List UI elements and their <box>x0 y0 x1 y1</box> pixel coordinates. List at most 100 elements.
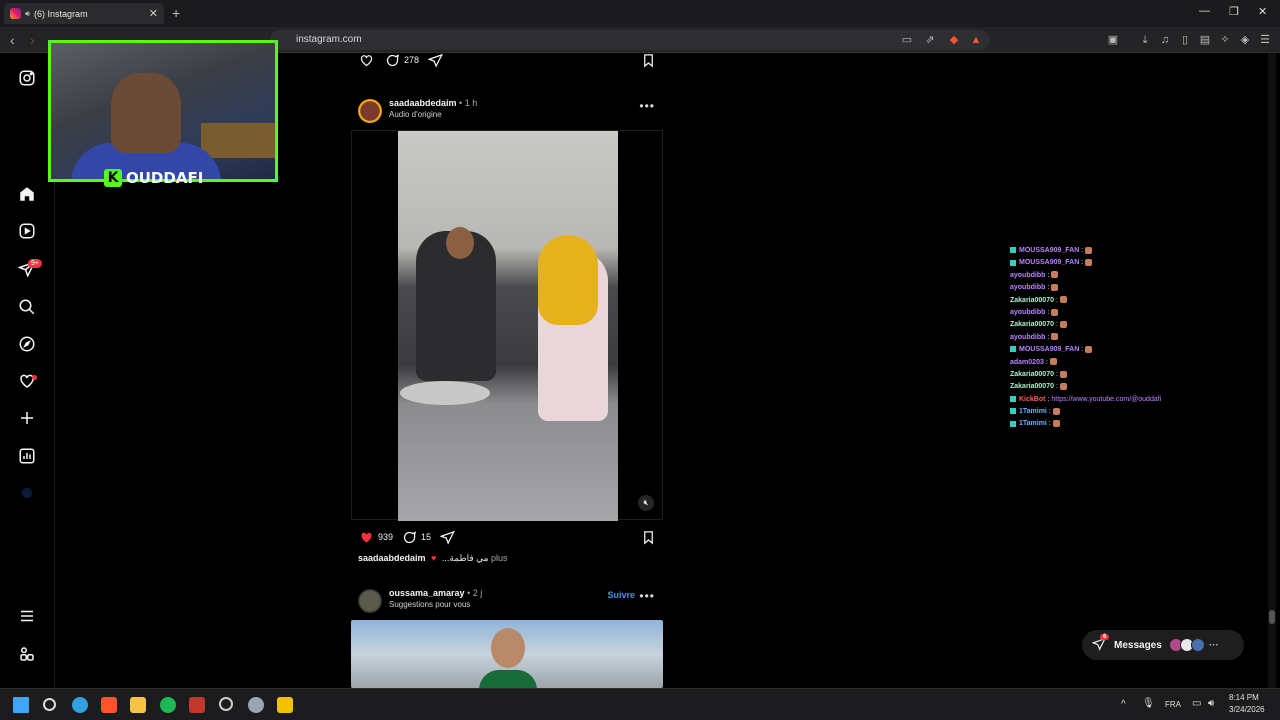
caption-username[interactable]: saadaabdedaim <box>358 553 426 563</box>
url-field[interactable]: instagram.com <box>270 30 990 50</box>
chat-message: MOUSSA909_FAN: <box>1010 344 1265 356</box>
chat-username[interactable]: ayoubdibb <box>1010 284 1045 291</box>
instagram-sidebar: 9+ <box>0 53 55 688</box>
explore-icon[interactable] <box>18 335 36 353</box>
dashboard-icon[interactable] <box>18 447 36 465</box>
back-button[interactable]: ‹ <box>10 32 15 48</box>
post-image[interactable] <box>351 620 663 688</box>
avatar[interactable] <box>358 589 382 613</box>
vpn-icon[interactable]: ◈ <box>1239 34 1251 46</box>
instagram-feed: 278 saadaabdedaim • 1 h Audio d'origine … <box>351 53 663 688</box>
like-icon[interactable] <box>358 52 374 68</box>
speaker-icon[interactable]: 🔊︎ <box>25 9 30 19</box>
tab-instagram[interactable]: 🔊︎ (6) Instagram ✕ <box>4 3 164 24</box>
more-menu-icon[interactable] <box>18 607 36 625</box>
clock-date[interactable]: 3/24/2026 <box>1229 705 1265 714</box>
chat-username[interactable]: MOUSSA909_FAN <box>1019 247 1079 254</box>
more-options-button[interactable]: ••• <box>639 99 655 113</box>
obs-icon[interactable] <box>219 697 233 711</box>
profile-avatar-icon[interactable] <box>18 484 36 502</box>
new-tab-button[interactable]: + <box>172 5 180 21</box>
file-explorer-icon[interactable] <box>130 697 146 713</box>
edge-icon[interactable] <box>72 697 88 713</box>
share-icon[interactable] <box>439 529 455 545</box>
caption-more-link[interactable]: plus <box>491 553 508 563</box>
brave-rewards-icon[interactable]: ▲ <box>970 34 982 46</box>
chat-username[interactable]: ayoubdibb <box>1010 334 1045 341</box>
chat-badge-icon <box>1010 408 1016 415</box>
scrollbar-thumb[interactable] <box>1269 610 1275 624</box>
share-icon[interactable]: ⇗ <box>924 34 936 46</box>
clock-time[interactable]: 8:14 PM <box>1229 693 1259 702</box>
sidebar-toggle-icon[interactable]: ▣ <box>1107 34 1119 46</box>
wallet-icon[interactable]: ▤ <box>1199 34 1211 46</box>
bookmark-icon[interactable] <box>640 52 656 68</box>
network-icon[interactable]: ▭ <box>1192 698 1201 709</box>
post-video[interactable]: 🔇︎ <box>351 130 663 521</box>
chat-username[interactable]: MOUSSA909_FAN <box>1019 259 1079 266</box>
chat-username[interactable]: Zakaria00070 <box>1010 321 1054 328</box>
instagram-logo-icon[interactable] <box>18 69 36 87</box>
create-plus-icon[interactable] <box>18 409 36 427</box>
leo-ai-icon[interactable]: ✧ <box>1219 34 1231 46</box>
tray-chevron-icon[interactable]: ^ <box>1121 699 1126 710</box>
volume-icon[interactable]: 🔊︎ <box>1208 698 1214 709</box>
brave-icon[interactable] <box>101 697 117 713</box>
liked-heart-icon[interactable] <box>358 529 374 545</box>
download-icon[interactable]: ⤓ <box>1139 34 1151 46</box>
home-icon[interactable] <box>18 185 36 203</box>
reader-icon[interactable]: ▯ <box>1179 34 1191 46</box>
chat-username[interactable]: Zakaria00070 <box>1010 297 1054 304</box>
chat-username[interactable]: ayoubdibb <box>1010 272 1045 279</box>
chat-username[interactable]: Zakaria00070 <box>1010 383 1054 390</box>
windows-start-icon[interactable] <box>13 697 29 713</box>
media-icon[interactable]: ♫ <box>1159 34 1171 46</box>
chat-username[interactable]: 1Tamimi <box>1019 420 1047 427</box>
close-window-button[interactable]: ✕ <box>1258 5 1267 18</box>
threads-apps-icon[interactable] <box>18 645 36 663</box>
chat-username[interactable]: ayoubdibb <box>1010 309 1045 316</box>
post-username[interactable]: saadaabdedaim • 1 h <box>389 98 477 108</box>
like-count[interactable]: 939 <box>378 532 393 542</box>
forward-button[interactable]: › <box>30 32 35 48</box>
mute-toggle-icon[interactable]: 🔇︎ <box>638 495 654 511</box>
url-text: instagram.com <box>296 34 362 45</box>
bookmark-icon[interactable] <box>640 529 656 545</box>
comment-icon[interactable] <box>384 52 400 68</box>
chat-username[interactable]: MOUSSA909_FAN <box>1019 346 1079 353</box>
minimize-button[interactable]: — <box>1199 5 1210 17</box>
reels-icon[interactable] <box>18 222 36 240</box>
avatar <box>1190 638 1205 652</box>
post-audio[interactable]: Audio d'origine <box>389 110 442 119</box>
cast-icon[interactable]: ▭ <box>901 34 913 46</box>
chat-username[interactable]: adam0203 <box>1010 359 1044 366</box>
settings-gear-icon[interactable] <box>248 697 264 713</box>
follow-button[interactable]: Suivre <box>607 590 635 600</box>
chat-text[interactable]: https://www.youtube.com/@ouddafi <box>1051 396 1161 403</box>
more-options-button[interactable]: ••• <box>639 589 655 603</box>
menu-icon[interactable]: ☰ <box>1259 34 1271 46</box>
avatar[interactable] <box>358 99 382 123</box>
spotify-icon[interactable] <box>160 697 176 713</box>
language-indicator[interactable]: FRA <box>1165 700 1181 709</box>
rockstar-icon[interactable] <box>277 697 293 713</box>
chat-username[interactable]: KickBot <box>1019 396 1045 403</box>
restore-button[interactable]: ❐ <box>1229 5 1239 18</box>
microphone-icon[interactable]: 🎙︎ <box>1142 698 1155 709</box>
comment-count[interactable]: 15 <box>421 532 431 542</box>
messages-more[interactable]: ··· <box>1209 640 1219 651</box>
voicemod-icon[interactable] <box>189 697 205 713</box>
chat-separator: : <box>1048 408 1051 416</box>
share-icon[interactable] <box>427 52 443 68</box>
post-username[interactable]: oussama_amaray • 2 j <box>389 588 482 598</box>
chat-username[interactable]: Zakaria00070 <box>1010 371 1054 378</box>
comment-icon[interactable] <box>401 529 417 545</box>
search-icon[interactable] <box>18 298 36 316</box>
search-icon[interactable] <box>43 698 56 711</box>
video-tea-tray <box>400 381 490 405</box>
chat-username[interactable]: 1Tamimi <box>1019 408 1047 415</box>
page-scrollbar[interactable] <box>1268 53 1276 688</box>
brave-shield-icon[interactable]: ◆ <box>948 34 960 46</box>
tab-close-button[interactable]: ✕ <box>149 7 158 20</box>
messages-button[interactable]: 6 Messages ··· <box>1082 630 1244 660</box>
